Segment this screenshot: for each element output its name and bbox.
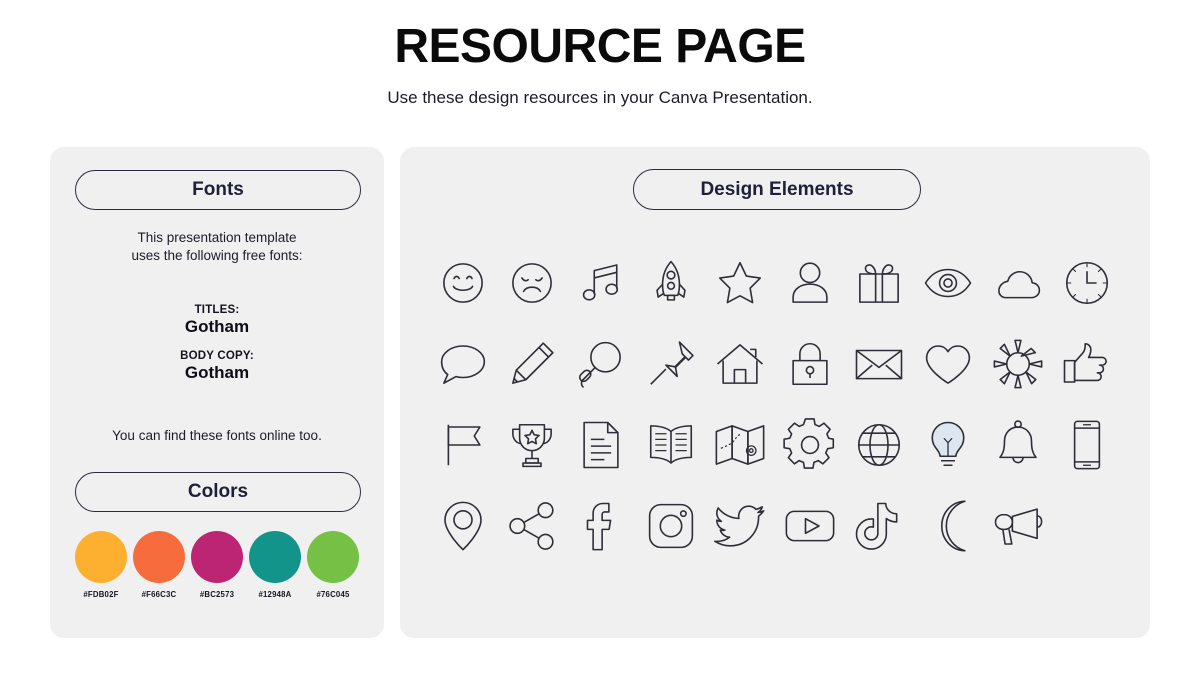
sun-icon[interactable] [991,337,1045,391]
map-icon[interactable] [713,418,767,472]
share-icon[interactable] [505,499,559,553]
page-title: RESOURCE PAGE [394,20,806,73]
flag-icon[interactable] [436,418,490,472]
tiktok-icon[interactable] [852,499,906,553]
color-swatch-dot [249,531,301,583]
color-swatch[interactable]: #F66C3C [133,531,185,599]
icon-grid [428,242,1122,566]
speech-bubble-icon[interactable] [436,337,490,391]
color-swatch-code: #FDB02F [83,590,119,599]
body-font-value: Gotham [184,363,250,382]
person-icon[interactable] [783,256,837,310]
lock-icon[interactable] [783,337,837,391]
color-swatch[interactable]: #12948A [249,531,301,599]
color-swatch-dot [75,531,127,583]
trophy-icon[interactable] [505,418,559,472]
heart-icon[interactable] [921,337,975,391]
titles-font-spec: TITLES: Gotham [50,304,384,337]
body-font-label: BODY COPY: [180,350,254,362]
colors-heading-label: Colors [187,481,249,502]
color-swatch-code: #76C045 [316,590,350,599]
fonts-intro-line2: uses the following free fonts: [131,247,303,263]
page-subtitle: Use these design resources in your Canva… [387,88,813,108]
pencil-icon[interactable] [505,337,559,391]
location-pin-icon[interactable] [436,499,490,553]
phone-icon[interactable] [1060,418,1114,472]
fonts-online-note: You can find these fonts online too. [112,428,322,443]
fonts-heading-label: Fonts [192,179,244,200]
sad-face-icon[interactable] [505,256,559,310]
gear-icon[interactable] [783,418,837,472]
color-swatch[interactable]: #BC2573 [191,531,243,599]
magnifier-icon[interactable] [574,337,628,391]
instagram-icon[interactable] [644,499,698,553]
color-swatch-dot [307,531,359,583]
document-icon[interactable] [574,418,628,472]
cloud-icon[interactable] [991,256,1045,310]
color-swatch-dot [133,531,185,583]
color-swatch-code: #F66C3C [141,590,177,599]
book-icon[interactable] [644,418,698,472]
page-header: RESOURCE PAGE Use these design resources… [0,0,1200,108]
fonts-and-colors-panel: Fonts This presentation template uses th… [50,147,384,638]
body-font-spec: BODY COPY: Gotham [50,350,384,383]
music-note-icon[interactable] [574,256,628,310]
gift-icon[interactable] [852,256,906,310]
design-elements-heading[interactable]: Design Elements [633,169,921,210]
fonts-section-heading[interactable]: Fonts [75,170,361,210]
moon-icon[interactable] [921,499,975,553]
design-heading-label: Design Elements [700,178,854,200]
color-swatch[interactable]: #FDB02F [75,531,127,599]
twitter-icon[interactable] [713,499,767,553]
youtube-icon[interactable] [783,499,837,553]
color-swatch[interactable]: #76C045 [307,531,359,599]
eye-icon[interactable] [921,256,975,310]
megaphone-icon[interactable] [991,499,1045,553]
panels-container: Fonts This presentation template uses th… [50,147,1150,638]
titles-font-value: Gotham [184,317,250,336]
color-swatch-code: #BC2573 [199,590,235,599]
color-swatch-list: #FDB02F #F66C3C #BC2573 #12948A #76C045 [75,531,359,599]
colors-section-heading[interactable]: Colors [75,472,361,512]
color-swatch-code: #12948A [258,590,292,599]
globe-icon[interactable] [852,418,906,472]
thumbs-up-icon[interactable] [1060,337,1114,391]
fonts-intro-text: This presentation template uses the foll… [50,229,384,265]
envelope-icon[interactable] [852,337,906,391]
star-icon[interactable] [713,256,767,310]
lightbulb-icon[interactable] [921,418,975,472]
rocket-icon[interactable] [644,256,698,310]
fonts-intro-line1: This presentation template [137,230,297,245]
smiley-face-icon[interactable] [436,256,490,310]
clock-icon[interactable] [1060,256,1114,310]
design-elements-panel: Design Elements [400,147,1150,638]
bell-icon[interactable] [991,418,1045,472]
titles-font-label: TITLES: [194,304,240,316]
pushpin-icon[interactable] [644,337,698,391]
color-swatch-dot [191,531,243,583]
facebook-icon[interactable] [574,499,628,553]
house-icon[interactable] [713,337,767,391]
